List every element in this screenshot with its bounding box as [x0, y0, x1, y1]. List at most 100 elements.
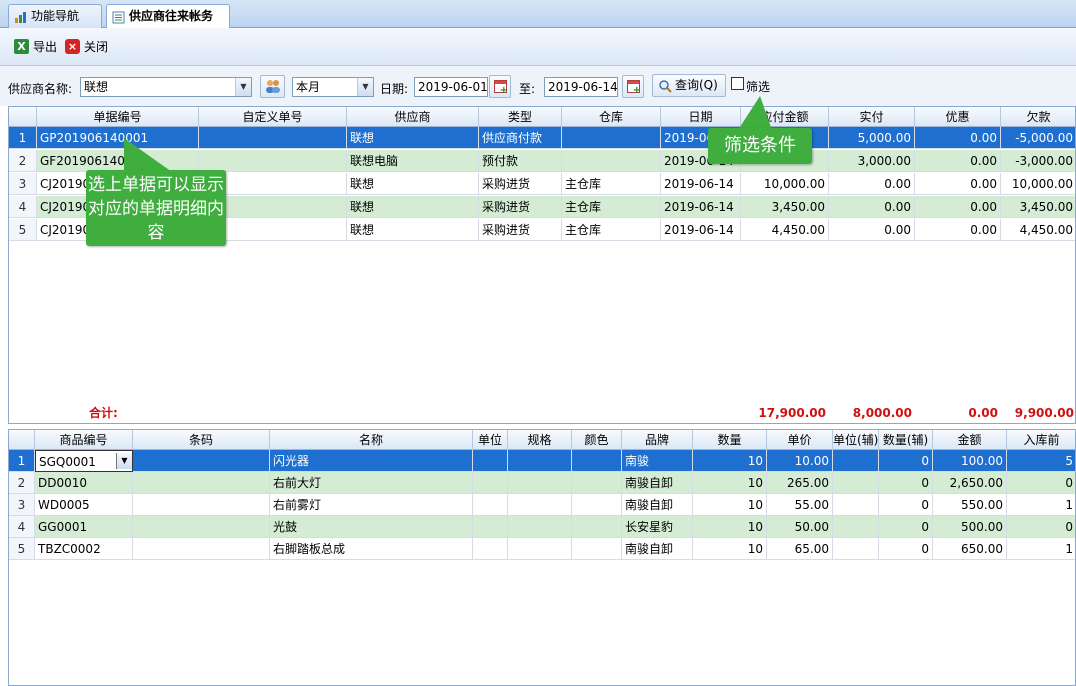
- table-cell: GF201906140001: [37, 150, 199, 172]
- column-header[interactable]: 单价: [767, 430, 833, 450]
- period-select[interactable]: 本月 ▼: [292, 77, 374, 97]
- table-cell: 主仓库: [562, 173, 661, 195]
- column-header[interactable]: 品牌: [622, 430, 693, 450]
- table-cell: 3,000.00: [829, 150, 915, 172]
- table-cell: 5: [1007, 450, 1075, 472]
- table-cell: 闪光器: [270, 450, 473, 472]
- table-cell: 4: [9, 196, 37, 218]
- chevron-down-icon[interactable]: ▼: [235, 78, 251, 96]
- table-cell: 主仓库: [562, 196, 661, 218]
- date-to-calendar-button[interactable]: [622, 75, 644, 98]
- table-cell: 10: [693, 538, 767, 560]
- table-cell: 4,450.00: [1001, 219, 1075, 241]
- export-button[interactable]: X 导出: [14, 38, 57, 56]
- table-cell: [133, 472, 270, 494]
- navigation-icon: [14, 9, 27, 23]
- table-cell: 0.00: [915, 173, 1001, 195]
- query-label: 查询(Q): [675, 78, 718, 92]
- table-cell: [133, 450, 270, 472]
- column-header[interactable]: 单位(辅): [833, 430, 879, 450]
- column-header[interactable]: 优惠: [915, 107, 1001, 127]
- column-header[interactable]: 仓库: [562, 107, 661, 127]
- table-cell: 采购进货: [479, 196, 562, 218]
- chevron-down-icon[interactable]: ▼: [116, 453, 132, 469]
- query-button[interactable]: 查询(Q): [652, 74, 726, 97]
- table-row[interactable]: 2 DD0010 右前大灯 南骏自卸 10 265.00 0 2,650.00 0: [9, 472, 1075, 494]
- date-from-input[interactable]: 2019-06-01: [414, 77, 488, 97]
- chevron-down-icon[interactable]: ▼: [357, 78, 373, 96]
- close-label: 关闭: [84, 40, 109, 54]
- column-header[interactable]: 欠款: [1001, 107, 1075, 127]
- table-cell: 65.00: [767, 538, 833, 560]
- tab-label: 功能导航: [31, 9, 80, 23]
- table-cell: GP201906140001: [37, 127, 199, 149]
- table-cell: 10: [693, 450, 767, 472]
- table-cell: 10,000.00: [741, 173, 829, 195]
- select-supplier-button[interactable]: [260, 75, 285, 98]
- column-header[interactable]: 颜色: [572, 430, 622, 450]
- tab-function-navigation[interactable]: 功能导航: [8, 4, 102, 28]
- table-cell: [133, 494, 270, 516]
- table-cell: 0.00: [915, 150, 1001, 172]
- column-header[interactable]: 商品编号: [35, 430, 133, 450]
- table-cell: 南骏自卸: [622, 494, 693, 516]
- table-cell: TBZC0002: [35, 538, 133, 560]
- table-cell: 预付款: [479, 150, 562, 172]
- callout-pointer: [738, 96, 772, 130]
- tab-bar: 功能导航 供应商往来帐务: [0, 0, 1076, 29]
- column-header[interactable]: 日期: [661, 107, 741, 127]
- column-header[interactable]: 自定义单号: [199, 107, 347, 127]
- column-header[interactable]: 金额: [933, 430, 1007, 450]
- table-cell: 0.00: [829, 196, 915, 218]
- column-header[interactable]: 入库前: [1007, 430, 1075, 450]
- table-cell: 10: [693, 516, 767, 538]
- table-cell: 5: [9, 538, 35, 560]
- table-cell: 55.00: [767, 494, 833, 516]
- callout-pointer: [124, 138, 172, 172]
- table-row[interactable]: 4 GG0001 光鼓 长安星豹 10 50.00 0 500.00 0: [9, 516, 1075, 538]
- table-cell: [833, 450, 879, 472]
- column-header[interactable]: 实付: [829, 107, 915, 127]
- table-cell: 供应商付款: [479, 127, 562, 149]
- table-cell: 10: [693, 472, 767, 494]
- export-label: 导出: [33, 40, 58, 54]
- table-cell: 2019-06-14: [661, 219, 741, 241]
- table-cell: 采购进货: [479, 173, 562, 195]
- table-row[interactable]: 1 SGQ0001 ▼ 闪光器 南骏 10 10.00 0 100.00 5: [9, 450, 1075, 472]
- column-header[interactable]: 类型: [479, 107, 562, 127]
- table-cell: 500.00: [933, 516, 1007, 538]
- table-cell: 0: [879, 472, 933, 494]
- supplier-select[interactable]: 联想 ▼: [80, 77, 252, 97]
- column-header[interactable]: 供应商: [347, 107, 479, 127]
- date-to-input[interactable]: 2019-06-14: [544, 77, 618, 97]
- table-cell: [572, 516, 622, 538]
- table-cell: 0.00: [829, 219, 915, 241]
- close-button[interactable]: × 关闭: [65, 38, 108, 56]
- column-header[interactable]: 单位: [473, 430, 508, 450]
- detail-grid: 商品编号 条码 名称 单位 规格 颜色 品牌 数量 单价 单位(辅) 数量(辅) 金额 入库前 1 SGQ…: [8, 429, 1076, 686]
- filter-checkbox[interactable]: [731, 77, 744, 90]
- column-header[interactable]: 数量(辅): [879, 430, 933, 450]
- table-cell: 0.00: [915, 196, 1001, 218]
- table-cell: [473, 538, 508, 560]
- column-header[interactable]: 规格: [508, 430, 572, 450]
- column-header[interactable]: 名称: [270, 430, 473, 450]
- table-cell: 联想: [347, 127, 479, 149]
- table-cell: 2: [9, 472, 35, 494]
- table-cell: 2: [9, 150, 37, 172]
- tab-supplier-ledger[interactable]: 供应商往来帐务: [106, 4, 230, 29]
- master-totals-row: 合计: 17,900.00 8,000.00 0.00 9,900.00: [9, 403, 1075, 423]
- table-cell: 100.00: [933, 450, 1007, 472]
- date-from-calendar-button[interactable]: [489, 75, 511, 98]
- table-cell: [473, 494, 508, 516]
- table-cell: 650.00: [933, 538, 1007, 560]
- table-cell: 右脚踏板总成: [270, 538, 473, 560]
- table-cell: 0.00: [829, 173, 915, 195]
- column-header[interactable]: 数量: [693, 430, 767, 450]
- table-cell: 3,450.00: [1001, 196, 1075, 218]
- column-header[interactable]: 条码: [133, 430, 270, 450]
- table-row[interactable]: 3 WD0005 右前雾灯 南骏自卸 10 55.00 0 550.00 1: [9, 494, 1075, 516]
- period-value: 本月: [296, 80, 321, 94]
- column-header[interactable]: 单据编号: [37, 107, 199, 127]
- table-row[interactable]: 5 TBZC0002 右脚踏板总成 南骏自卸 10 65.00 0 650.00 1: [9, 538, 1075, 560]
